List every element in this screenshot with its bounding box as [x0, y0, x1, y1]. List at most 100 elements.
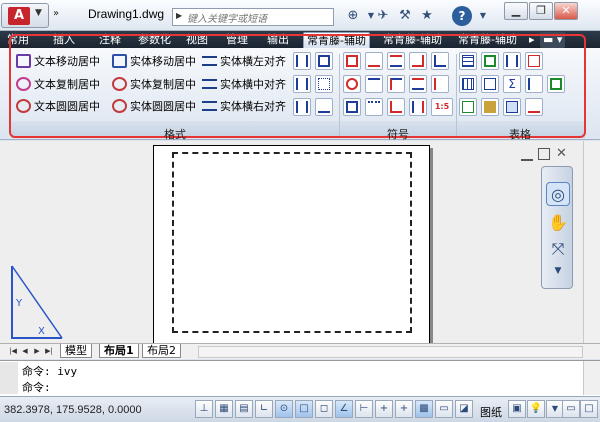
distribute-right-icon[interactable] [293, 98, 311, 116]
coordinate-readout[interactable]: 382.3978, 175.9528, 0.0000 [4, 404, 142, 416]
align-right-icon [202, 101, 217, 111]
chevron-down-icon[interactable]: ▼ [474, 8, 492, 24]
text-move-center-button[interactable]: 文本移动居中 [14, 53, 100, 70]
table-split-icon[interactable] [525, 52, 543, 70]
last-layout-icon[interactable]: ▶| [44, 346, 54, 357]
text-circle-icon [16, 99, 31, 113]
viewport-restore-icon[interactable] [538, 148, 550, 160]
table-insert-icon[interactable] [459, 52, 477, 70]
lineweight-icon[interactable]: + [395, 400, 413, 418]
tab-layout2[interactable]: 布局2 [142, 344, 181, 358]
snap-mode-icon[interactable]: ▦ [215, 400, 233, 418]
horizontal-scrollbar[interactable] [198, 346, 583, 358]
entity-circle-icon [112, 99, 127, 113]
viewport-close-icon[interactable]: ✕ [556, 146, 567, 161]
object-snap-tracking-icon[interactable]: ∠ [335, 400, 353, 418]
clean-screen-icon[interactable]: ▭ [562, 400, 580, 418]
command-prompt[interactable]: 命令: [22, 379, 51, 395]
text-copy-center-button[interactable]: 文本复制居中 [14, 76, 100, 93]
scatter-icon[interactable] [315, 75, 333, 93]
table-fill-icon[interactable] [503, 98, 521, 116]
group-icon[interactable] [315, 52, 333, 70]
table-excel-icon[interactable] [481, 52, 499, 70]
distribute-vertical-icon[interactable] [293, 52, 311, 70]
table-sum-icon[interactable]: Σ [503, 75, 521, 93]
annotation-scale-icon[interactable]: 💡 [527, 400, 545, 418]
tab-layout1[interactable]: 布局1 [99, 344, 139, 358]
entity-align-center-button[interactable]: 实体横中对齐 [200, 76, 286, 93]
table-sort-icon[interactable] [525, 75, 543, 93]
entity-align-left-button[interactable]: 实体横左对齐 [200, 53, 286, 70]
table-export-icon[interactable] [547, 75, 565, 93]
symbol-pair-icon[interactable] [409, 98, 427, 116]
dynamic-input-icon[interactable]: + [375, 400, 393, 418]
ortho-mode-icon[interactable]: ∟ [255, 400, 273, 418]
symbol-break-icon[interactable] [365, 75, 383, 93]
entity-move-center-button[interactable]: 实体移动居中 [110, 53, 196, 70]
transparency-icon[interactable]: ▩ [415, 400, 433, 418]
polar-tracking-icon[interactable]: ⊙ [275, 400, 293, 418]
table-merge-icon[interactable] [481, 75, 499, 93]
table-column-icon[interactable] [503, 52, 521, 70]
grid-display-icon[interactable]: ▤ [235, 400, 253, 418]
symbol-frame-icon[interactable] [343, 52, 361, 70]
fullscreen-icon[interactable]: □ [580, 400, 598, 418]
symbol-area-icon[interactable] [343, 98, 361, 116]
symbol-angle-icon[interactable] [365, 52, 383, 70]
entity-copy-center-button[interactable]: 实体复制居中 [110, 76, 196, 93]
distribute-equal-icon[interactable] [293, 75, 311, 93]
symbol-arrow-icon[interactable] [431, 75, 449, 93]
symbol-elevation-icon[interactable] [409, 52, 427, 70]
viewport-border[interactable] [172, 152, 412, 333]
layout-viewport-icon[interactable]: ▣ [508, 400, 526, 418]
table-grid-icon[interactable] [459, 75, 477, 93]
entity-align-right-button[interactable]: 实体横右对齐 [200, 98, 286, 115]
viewport-minimize-icon[interactable] [521, 151, 533, 161]
zoom-extents-icon[interactable]: ⤧ [546, 237, 570, 261]
text-circle-center-button[interactable]: 文本圆圆居中 [14, 98, 100, 115]
application-menu-button[interactable]: A ▼ [1, 3, 49, 28]
object-snap-icon[interactable]: □ [295, 400, 313, 418]
quick-access-toolbar-expander[interactable]: » [53, 8, 59, 19]
document-title: Drawing1.dwg [88, 7, 165, 21]
quick-properties-icon[interactable]: ▭ [435, 400, 453, 418]
3d-osnap-icon[interactable]: ◻ [315, 400, 333, 418]
symbol-triangle-icon[interactable] [431, 52, 449, 70]
paper-space-label[interactable]: 图纸 [480, 404, 502, 420]
first-layout-icon[interactable]: |◀ [8, 346, 18, 357]
button-label: 文本复制居中 [34, 78, 100, 91]
table-doc-icon[interactable] [459, 98, 477, 116]
italic-text-icon[interactable] [315, 98, 333, 116]
communication-center-icon[interactable]: ⚒ [396, 8, 414, 24]
favorites-star-icon[interactable]: ★ [418, 8, 436, 24]
symbol-index-icon[interactable] [409, 75, 427, 93]
vertical-scrollbar[interactable] [583, 141, 600, 343]
prev-layout-icon[interactable]: ◀ [20, 346, 30, 357]
tab-model[interactable]: 模型 [60, 344, 92, 358]
symbol-section-icon[interactable] [343, 75, 361, 93]
search-input[interactable]: ▶ 键入关键字或短语 [172, 8, 334, 26]
command-grip[interactable] [0, 362, 18, 394]
command-scrollbar[interactable] [583, 361, 600, 395]
binoculars-icon[interactable]: ⊕ [344, 8, 362, 24]
symbol-scale-ratio-button[interactable]: 1:5 [431, 98, 453, 116]
infer-constraints-icon[interactable]: ⊥ [195, 400, 213, 418]
symbol-wave-icon[interactable] [365, 98, 383, 116]
steering-wheel-icon[interactable]: ◎ [546, 182, 570, 206]
table-text-icon[interactable] [525, 98, 543, 116]
help-icon[interactable]: ? [452, 6, 472, 26]
chevron-down-icon[interactable]: ▼ [546, 259, 570, 283]
symbol-corner-icon[interactable] [387, 98, 405, 116]
symbol-cut-icon[interactable] [387, 75, 405, 93]
pan-hand-icon[interactable]: ✋ [546, 211, 570, 235]
close-button[interactable]: ✕ [554, 2, 578, 20]
dynamic-ucs-icon[interactable]: ⊢ [355, 400, 373, 418]
entity-circle-center-button[interactable]: 实体圆圆居中 [110, 98, 196, 115]
selection-cycling-icon[interactable]: ◪ [455, 400, 473, 418]
symbol-level-icon[interactable] [387, 52, 405, 70]
next-layout-icon[interactable]: ▶ [32, 346, 42, 357]
restore-button[interactable]: ❐ [529, 2, 553, 20]
table-library-icon[interactable] [481, 98, 499, 116]
minimize-button[interactable]: ▁ [504, 2, 528, 20]
subscription-center-icon[interactable]: ✈ [374, 8, 392, 24]
